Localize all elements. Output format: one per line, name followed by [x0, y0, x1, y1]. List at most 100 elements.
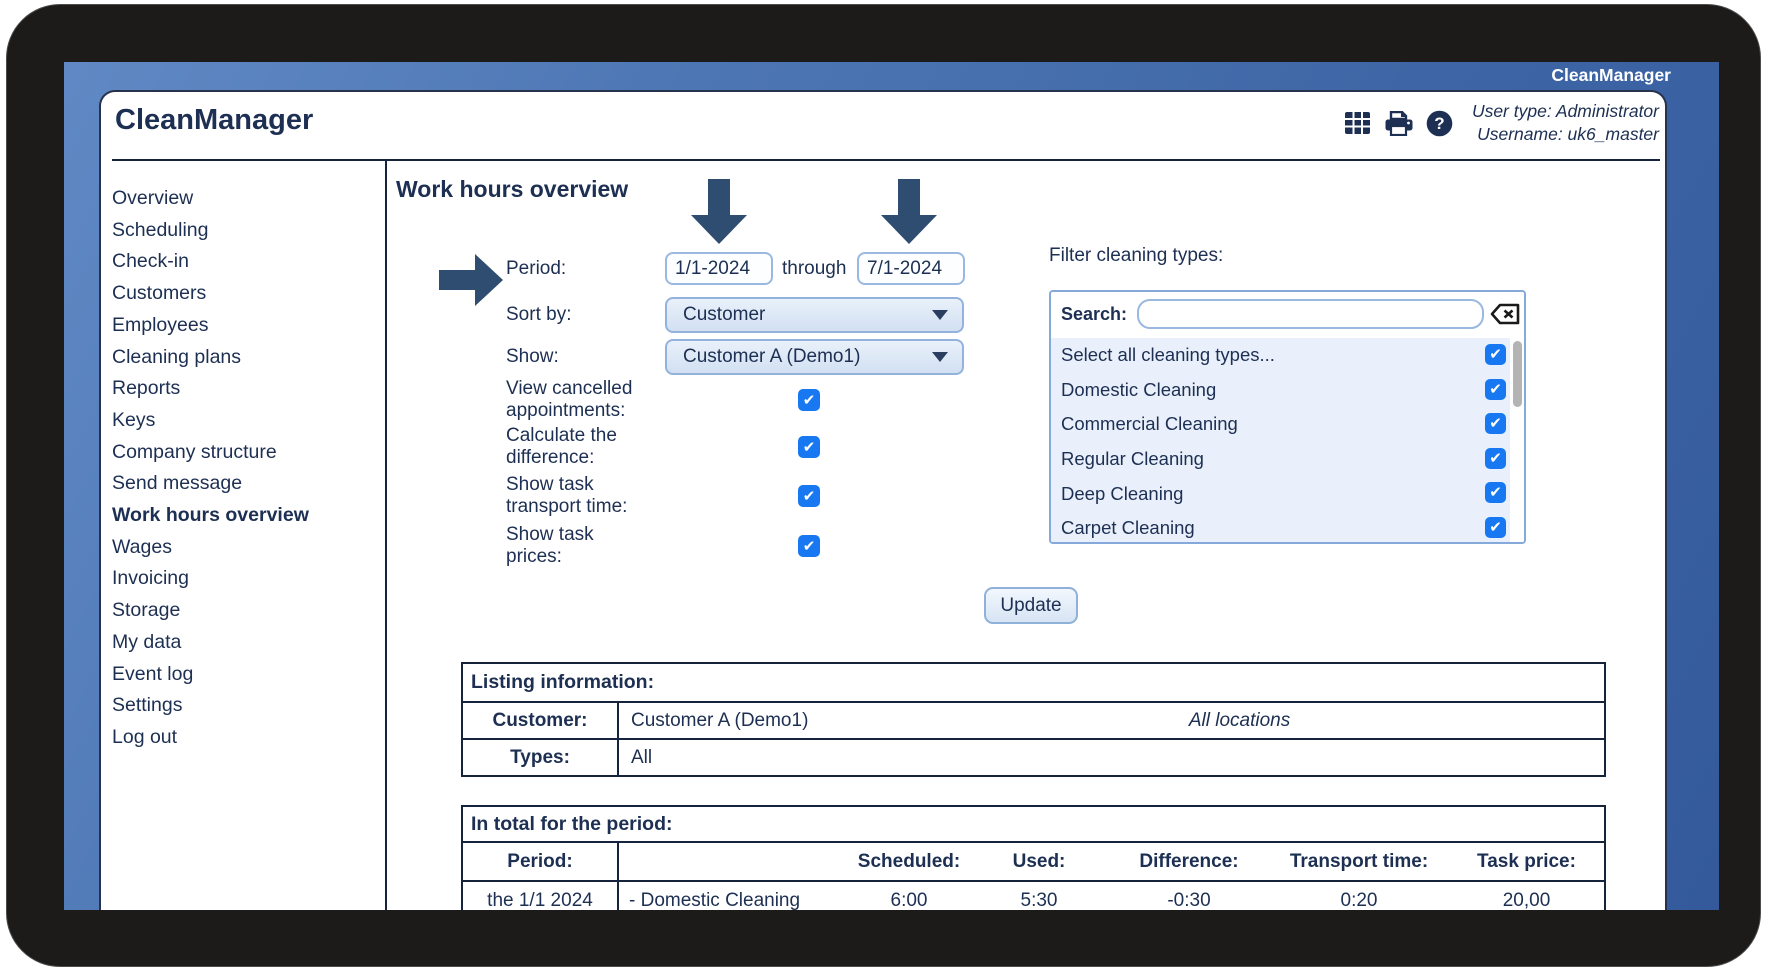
scrollbar-track[interactable] [1510, 338, 1524, 542]
show-value: Customer A (Demo1) [683, 346, 861, 367]
table-row: Customer: Customer A (Demo1) All locatio… [463, 703, 1604, 740]
sidebar-item-storage[interactable]: Storage [101, 595, 385, 627]
user-info: User type: Administrator Username: uk6_m… [1472, 100, 1659, 146]
search-input[interactable] [1137, 299, 1484, 329]
chevron-down-icon [932, 310, 948, 320]
page-title: Work hours overview [396, 176, 629, 202]
period-from-input[interactable] [665, 252, 773, 285]
sidebar-item-event-log[interactable]: Event log [101, 659, 385, 691]
print-icon[interactable] [1384, 110, 1414, 136]
list-item-regular-cleaning[interactable]: Regular Cleaning [1051, 442, 1524, 477]
listing-table-title: Listing information: [463, 664, 1604, 703]
sidebar-item-scheduling[interactable]: Scheduling [101, 215, 385, 247]
sidebar-item-log-out[interactable]: Log out [101, 722, 385, 754]
show-transport-time-checkbox[interactable] [798, 485, 820, 507]
svg-text:?: ? [1435, 114, 1445, 133]
filter-title: Filter cleaning types: [1049, 245, 1224, 266]
show-label: Show: [506, 346, 559, 367]
table-icon[interactable] [1343, 110, 1373, 136]
list-item-deep-cleaning[interactable]: Deep Cleaning [1051, 476, 1524, 511]
sidebar-item-invoicing[interactable]: Invoicing [101, 563, 385, 595]
sidebar-item-cleaning-plans[interactable]: Cleaning plans [101, 342, 385, 374]
show-task-prices-label: Show task prices: [506, 524, 594, 567]
col-header-period: Period: [463, 843, 619, 880]
commercial-cleaning-checkbox[interactable] [1485, 413, 1506, 435]
view-cancelled-checkbox[interactable] [798, 389, 820, 411]
col-header-transport-time: Transport time: [1289, 850, 1429, 872]
domestic-cleaning-checkbox[interactable] [1485, 378, 1506, 400]
totals-header-row: Period: Scheduled: Used: Difference: Tra… [463, 843, 1604, 882]
col-header-difference: Difference: [1139, 850, 1239, 872]
view-cancelled-label: View cancelled appointments: [506, 378, 633, 421]
sidebar-item-send-message[interactable]: Send message [101, 468, 385, 500]
cleaning-type-list: Select all cleaning types... Domestic Cl… [1051, 338, 1524, 542]
update-button[interactable]: Update [984, 587, 1078, 624]
list-item-domestic-cleaning[interactable]: Domestic Cleaning [1051, 373, 1524, 408]
search-label: Search: [1061, 303, 1128, 324]
scrollbar-thumb[interactable] [1513, 341, 1522, 407]
annotation-arrow-down-right-icon [881, 179, 937, 244]
sidebar-item-work-hours-overview[interactable]: Work hours overview [101, 500, 385, 532]
sort-by-select[interactable]: Customer [665, 297, 964, 333]
sidebar-item-settings[interactable]: Settings [101, 690, 385, 722]
listing-customer-label: Customer: [463, 703, 619, 738]
show-task-prices-checkbox[interactable] [798, 535, 820, 557]
carpet-cleaning-checkbox[interactable] [1485, 516, 1506, 538]
show-select[interactable]: Customer A (Demo1) [665, 339, 964, 375]
totals-period-cell: the 1/1 2024 [463, 882, 619, 910]
sort-by-label: Sort by: [506, 304, 572, 325]
sidebar-item-employees[interactable]: Employees [101, 310, 385, 342]
sidebar-item-customers[interactable]: Customers [101, 278, 385, 310]
period-to-input[interactable] [857, 252, 965, 285]
app-title: CleanManager [115, 104, 314, 136]
listing-customer-value: Customer A (Demo1) All locations [619, 703, 1604, 738]
show-transport-time-label: Show task transport time: [506, 474, 628, 517]
through-label: through [782, 258, 847, 279]
table-row: Types: All [463, 740, 1604, 775]
username-label: Username: uk6_master [1477, 124, 1659, 144]
sidebar-item-company-structure[interactable]: Company structure [101, 437, 385, 469]
filter-search-row: Search: [1051, 292, 1524, 340]
sidebar-item-check-in[interactable]: Check-in [101, 246, 385, 278]
col-header-scheduled: Scheduled: [857, 850, 961, 872]
clear-search-icon[interactable] [1489, 301, 1521, 327]
header-toolbar: ? User type: Administrator Username: uk6… [1343, 100, 1659, 146]
app-window: CleanManager ? User type: Administrator … [99, 90, 1667, 910]
sidebar-item-my-data[interactable]: My data [101, 627, 385, 659]
user-type-label: User type: Administrator [1471, 101, 1659, 121]
filter-panel: Search: Select all cleaning types... Dom… [1049, 290, 1526, 544]
list-item-carpet-cleaning[interactable]: Carpet Cleaning [1051, 511, 1524, 542]
listing-information-table: Listing information: Customer: Customer … [461, 662, 1606, 777]
col-header-description [619, 843, 849, 880]
col-header-task-price: Task price: [1477, 850, 1576, 872]
totals-transport-cell: 0:20 [1340, 889, 1378, 911]
sort-by-value: Customer [683, 304, 766, 325]
sidebar-item-wages[interactable]: Wages [101, 532, 385, 564]
sidebar-item-overview[interactable]: Overview [101, 183, 385, 215]
totals-table-title: In total for the period: [463, 807, 1604, 843]
window-brand-label: CleanManager [1551, 65, 1671, 85]
device-frame: CleanManager CleanManager ? User type: A… [6, 4, 1761, 967]
help-icon[interactable]: ? [1425, 110, 1455, 136]
period-label: Period: [506, 258, 567, 279]
list-item-commercial-cleaning[interactable]: Commercial Cleaning [1051, 407, 1524, 442]
totals-description-cell: - Domestic Cleaning [629, 889, 801, 911]
totals-used-cell: 5:30 [1020, 889, 1058, 911]
totals-scheduled-cell: 6:00 [890, 889, 928, 911]
sidebar-item-keys[interactable]: Keys [101, 405, 385, 437]
sidebar-item-reports[interactable]: Reports [101, 373, 385, 405]
sidebar-divider [385, 161, 387, 910]
list-item-select-all[interactable]: Select all cleaning types... [1051, 338, 1524, 373]
col-header-used: Used: [1012, 850, 1066, 872]
totals-difference-cell: -0:30 [1167, 889, 1211, 911]
listing-types-label: Types: [463, 740, 619, 775]
totals-table: In total for the period: Period: Schedul… [461, 805, 1606, 910]
regular-cleaning-checkbox[interactable] [1485, 447, 1506, 469]
deep-cleaning-checkbox[interactable] [1485, 482, 1506, 504]
listing-types-value: All [631, 746, 653, 768]
table-row: the 1/1 2024 - Domestic Cleaning 6:00 5:… [463, 882, 1604, 910]
calculate-difference-label: Calculate the difference: [506, 425, 617, 468]
calculate-difference-checkbox[interactable] [798, 436, 820, 458]
chevron-down-icon [932, 352, 948, 362]
select-all-checkbox[interactable] [1485, 344, 1506, 365]
